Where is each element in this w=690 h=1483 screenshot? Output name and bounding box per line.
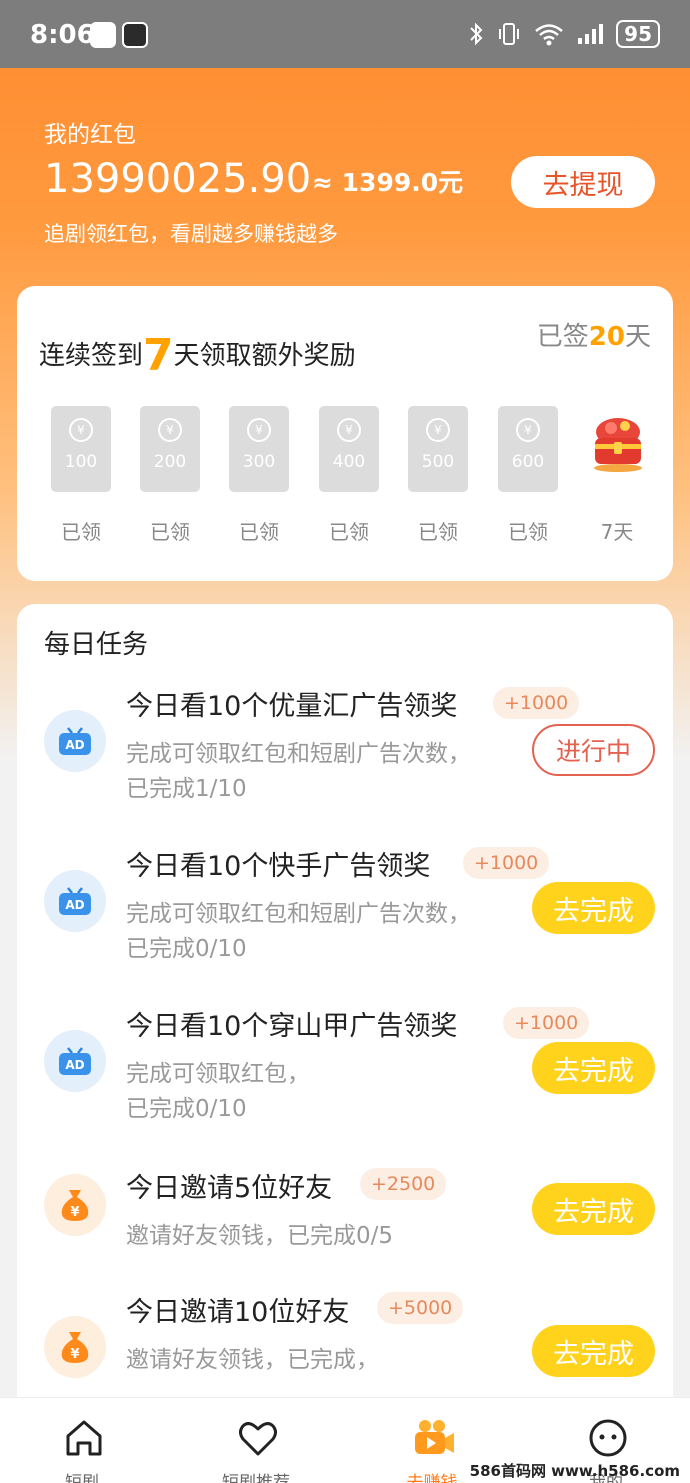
wallet-approx-value: ≈ 1399.0元 [312, 168, 464, 197]
bluetooth-icon [470, 22, 483, 46]
signed-days-counter: 已签20天 [536, 322, 651, 352]
wallet-title: 我的红包 [44, 122, 136, 148]
task-reward-badge: +2500 [360, 1168, 447, 1200]
task-description: 邀请好友领钱，已完成， [126, 1347, 379, 1373]
checkin-day-envelope[interactable]: ¥ 300 [229, 406, 289, 492]
money-bag-icon: ¥ [44, 1316, 106, 1378]
tab-label: 短剧 [65, 1473, 99, 1483]
tab-drama-recommend[interactable]: 短剧推荐 [196, 1398, 316, 1483]
coin-icon: ¥ [516, 418, 540, 442]
ad-tv-icon: AD [44, 1030, 106, 1092]
ad-tv-icon: AD [44, 870, 106, 932]
face-icon [589, 1419, 627, 1457]
checkin-day-envelope[interactable]: ¥ 600 [498, 406, 558, 492]
task-title: 今日邀请5位好友 [126, 1173, 333, 1204]
task-complete-button[interactable]: 去完成 [532, 1042, 655, 1094]
svg-text:AD: AD [65, 898, 84, 912]
withdraw-button[interactable]: 去提现 [511, 156, 655, 208]
wallet-subtitle: 追剧领红包，看剧越多赚钱越多 [44, 222, 338, 246]
daily-tasks-card: 每日任务 AD 今日看10个优量汇广告领奖 +1000 完成可领取红包和短剧广告… [17, 604, 673, 1404]
status-bar: 8:06 95 [0, 0, 690, 68]
task-description: 完成可领取红包和短剧广告次数， 已完成1/10 [126, 741, 471, 802]
svg-text:AD: AD [65, 1058, 84, 1072]
notification-app-icon [122, 22, 148, 48]
coin-icon: ¥ [337, 418, 361, 442]
treasure-chest-icon[interactable] [587, 414, 649, 476]
task-complete-button[interactable]: 去完成 [532, 1325, 655, 1377]
daily-tasks-title: 每日任务 [44, 630, 149, 660]
battery-indicator: 95 [616, 20, 660, 48]
checkin-day-envelope[interactable]: ¥ 500 [408, 406, 468, 492]
checkin-day-status: 已领 [418, 520, 458, 544]
signal-icon [578, 24, 604, 44]
task-reward-badge: +1000 [463, 847, 550, 879]
ad-tv-icon: AD [44, 710, 106, 772]
vibrate-icon [499, 23, 520, 45]
checkin-day-envelope[interactable]: ¥ 400 [319, 406, 379, 492]
checkin-day-envelope[interactable]: ¥ 200 [140, 406, 200, 492]
task-title: 今日邀请10位好友 [126, 1297, 350, 1328]
checkin-target-days: 7 [143, 330, 174, 381]
coin-icon: ¥ [426, 418, 450, 442]
task-title: 今日看10个穿山甲广告领奖 [126, 1011, 458, 1042]
notification-app-icon [90, 22, 116, 48]
svg-text:¥: ¥ [70, 1205, 79, 1220]
svg-text:AD: AD [65, 738, 84, 752]
heart-icon [239, 1422, 277, 1456]
checkin-day-status: 已领 [61, 520, 101, 544]
svg-text:¥: ¥ [70, 1347, 79, 1362]
tab-short-drama[interactable]: 短剧 [22, 1398, 142, 1483]
tab-label: 短剧推荐 [222, 1473, 290, 1483]
task-title: 今日看10个快手广告领奖 [126, 851, 431, 882]
task-reward-badge: +1000 [493, 687, 580, 719]
checkin-day-status: 已领 [239, 520, 279, 544]
task-complete-button[interactable]: 去完成 [532, 882, 655, 934]
site-watermark: 586首码网 www.h586.com [469, 1462, 680, 1480]
coin-icon: ¥ [247, 418, 271, 442]
checkin-day-status: 已领 [150, 520, 190, 544]
checkin-day-status: 已领 [508, 520, 548, 544]
checkin-card: 连续签到7天领取额外奖励 已签20天 ¥ 100 已领 ¥ 200 已领 ¥ 3… [17, 286, 673, 581]
checkin-day-envelope[interactable]: ¥ 100 [51, 406, 111, 492]
checkin-final-day-label: 7天 [600, 520, 634, 544]
status-icons: 95 [468, 20, 660, 48]
status-time: 8:06 [30, 20, 95, 50]
task-description: 完成可领取红包， 已完成0/10 [126, 1061, 310, 1122]
checkin-day-status: 已领 [329, 520, 369, 544]
task-title: 今日看10个优量汇广告领奖 [126, 691, 458, 722]
task-reward-badge: +1000 [503, 1007, 590, 1039]
video-camera-icon [415, 1420, 454, 1454]
task-description: 邀请好友领钱，已完成0/5 [126, 1223, 394, 1249]
home-icon [66, 1420, 102, 1456]
checkin-title: 连续签到7天领取额外奖励 [39, 330, 356, 381]
task-reward-badge: +5000 [377, 1292, 464, 1324]
task-complete-button[interactable]: 去完成 [532, 1183, 655, 1235]
wifi-icon [535, 24, 563, 46]
coin-icon: ¥ [69, 418, 93, 442]
task-description: 完成可领取红包和短剧广告次数， 已完成0/10 [126, 901, 471, 962]
wallet-amount: 13990025.90 [44, 156, 312, 202]
money-bag-icon: ¥ [44, 1174, 106, 1236]
task-in-progress-button[interactable]: 进行中 [532, 724, 655, 776]
coin-icon: ¥ [158, 418, 182, 442]
